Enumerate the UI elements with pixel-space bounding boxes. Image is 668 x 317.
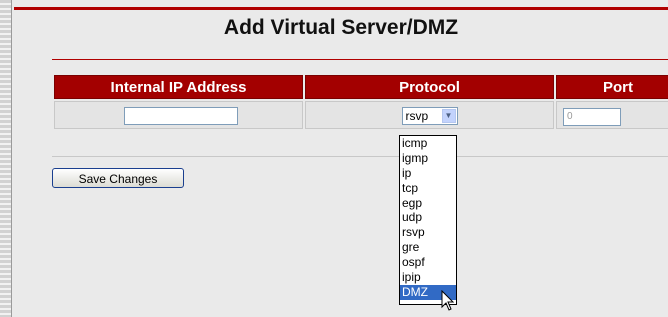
internal-ip-input[interactable] <box>123 107 238 126</box>
table-row: rsvp ▼ 0 <box>54 101 668 129</box>
top-accent-bar <box>14 7 668 10</box>
protocol-option-rsvp[interactable]: rsvp <box>400 225 456 240</box>
protocol-option-tcp[interactable]: tcp <box>400 181 456 196</box>
ip-cell <box>54 101 303 129</box>
protocol-option-ospf[interactable]: ospf <box>400 255 456 270</box>
chevron-down-icon[interactable]: ▼ <box>441 109 456 123</box>
virtual-server-table: Internal IP Address Protocol Port rsvp ▼… <box>52 73 668 131</box>
protocol-option-gre[interactable]: gre <box>400 240 456 255</box>
protocol-selected-value: rsvp <box>405 109 429 123</box>
protocol-option-icmp[interactable]: icmp <box>400 136 456 151</box>
protocol-option-udp[interactable]: udp <box>400 210 456 225</box>
mouse-pointer-icon <box>441 290 455 311</box>
port-cell: 0 <box>556 101 668 129</box>
protocol-option-ipip[interactable]: ipip <box>400 270 456 285</box>
port-input[interactable]: 0 <box>563 107 621 126</box>
protocol-option-ip[interactable]: ip <box>400 166 456 181</box>
header-internal-ip: Internal IP Address <box>54 75 303 99</box>
table-header-row: Internal IP Address Protocol Port <box>54 75 668 99</box>
save-changes-button[interactable]: Save Changes <box>52 168 184 188</box>
window-left-border <box>0 0 12 317</box>
protocol-option-igmp[interactable]: igmp <box>400 151 456 166</box>
title-divider <box>52 59 668 60</box>
protocol-cell: rsvp ▼ <box>305 101 554 129</box>
header-port: Port <box>556 75 668 99</box>
header-protocol: Protocol <box>305 75 554 99</box>
section-divider <box>52 156 668 157</box>
protocol-dropdown-list[interactable]: icmp igmp ip tcp egp udp rsvp gre ospf i… <box>399 135 457 305</box>
page-title: Add Virtual Server/DMZ <box>223 16 459 39</box>
protocol-select[interactable]: rsvp ▼ <box>401 107 458 125</box>
protocol-option-egp[interactable]: egp <box>400 196 456 211</box>
